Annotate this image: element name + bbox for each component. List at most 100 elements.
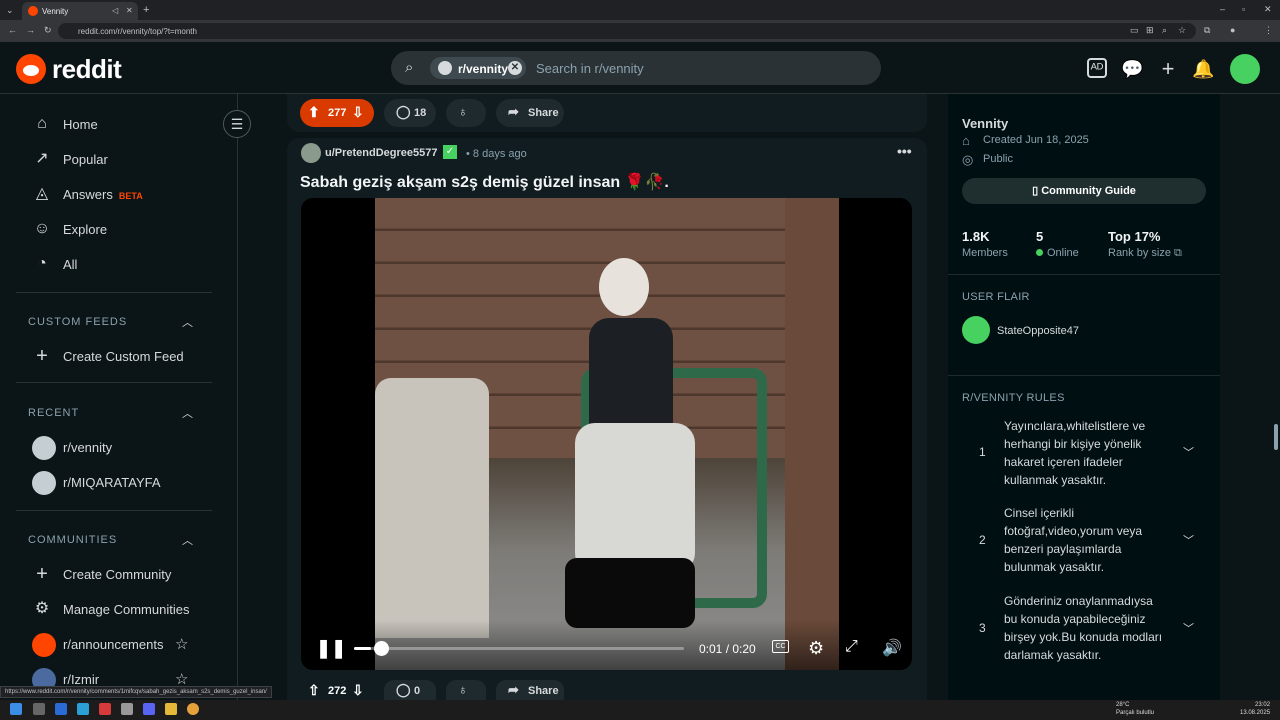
all-icon: ◔ bbox=[37, 255, 47, 272]
translate-icon[interactable]: ⊞ bbox=[1146, 25, 1154, 36]
chevron-down-icon[interactable]: ﹀ bbox=[1183, 532, 1194, 548]
sidebar-item-all[interactable]: ◔ All bbox=[28, 249, 218, 279]
rule-item[interactable]: Cinsel içerikli fotoğraf,video,yorum vey… bbox=[1004, 504, 1164, 576]
start-icon[interactable] bbox=[10, 703, 22, 715]
search-input[interactable]: Search in r/vennity bbox=[536, 61, 644, 76]
downvote-icon[interactable]: ⇩ bbox=[352, 682, 364, 699]
cast-icon[interactable]: ▭ bbox=[1130, 25, 1139, 36]
sidebar-item-popular[interactable]: ↗ Popular bbox=[28, 144, 218, 174]
maximize-icon[interactable]: ▫ bbox=[1242, 4, 1245, 14]
profile-icon[interactable]: ● bbox=[1230, 25, 1235, 35]
author-avatar[interactable] bbox=[301, 143, 321, 163]
task-view-icon[interactable] bbox=[33, 703, 45, 715]
reddit-logo-icon[interactable] bbox=[16, 54, 46, 84]
weather-widget[interactable]: 28°C Parçalı bulutlu bbox=[1116, 701, 1154, 717]
recent-item-vennity[interactable]: r/vennity bbox=[28, 432, 218, 462]
video-seek-bar[interactable] bbox=[354, 647, 684, 650]
notifications-bell-icon[interactable]: 🔔 bbox=[1192, 58, 1214, 80]
clear-scope-icon[interactable]: ✕ bbox=[508, 61, 522, 75]
chrome-icon[interactable] bbox=[187, 703, 199, 715]
forward-icon[interactable]: → bbox=[26, 25, 35, 35]
favorite-star-icon[interactable]: ☆ bbox=[175, 635, 188, 653]
tab-close-icon[interactable]: ✕ bbox=[126, 6, 133, 15]
flair-user-avatar[interactable] bbox=[962, 316, 990, 344]
file-explorer-icon[interactable] bbox=[165, 703, 177, 715]
bookmark-star-icon[interactable]: ☆ bbox=[1178, 25, 1186, 36]
extensions-icon[interactable]: ⧉ bbox=[1204, 25, 1210, 36]
tab-list-icon[interactable]: ⌄ bbox=[6, 5, 14, 16]
tab-audio-icon[interactable]: ◁ bbox=[112, 6, 118, 15]
create-post-icon[interactable]: + bbox=[1157, 58, 1179, 80]
advertise-icon[interactable]: ᴬᴰ bbox=[1087, 58, 1107, 78]
sidebar-item-answers[interactable]: ◬ Answers BETA bbox=[28, 179, 218, 209]
recent-heading[interactable]: RECENT bbox=[28, 407, 79, 419]
create-community-button[interactable]: + Create Community bbox=[28, 559, 218, 589]
volume-icon[interactable]: 🔊 bbox=[882, 638, 902, 658]
post-title[interactable]: Sabah geziş akşam s2ş demiş güzel insan … bbox=[300, 172, 669, 192]
browser-menu-icon[interactable]: ⋮ bbox=[1264, 25, 1273, 36]
share-button[interactable]: ➦ Share bbox=[496, 680, 564, 700]
manage-communities-button[interactable]: ⚙ Manage Communities bbox=[28, 594, 218, 624]
chevron-down-icon[interactable]: ﹀ bbox=[1183, 620, 1194, 636]
video-seek-handle[interactable] bbox=[374, 641, 389, 656]
comments-button[interactable]: ◯ 0 bbox=[384, 680, 436, 700]
app-icon[interactable] bbox=[121, 703, 133, 715]
create-custom-feed-button[interactable]: + Create Custom Feed bbox=[28, 341, 218, 371]
recent-item-miqaratayfa[interactable]: r/MIQARATAYFA bbox=[28, 467, 218, 497]
upvote-icon[interactable]: ⬆ bbox=[308, 104, 320, 121]
scrollbar-thumb[interactable] bbox=[1274, 424, 1278, 450]
upvote-icon[interactable]: ⇧ bbox=[308, 682, 320, 699]
url-field[interactable]: reddit.com/r/vennity/top/?t=month bbox=[58, 23, 1196, 39]
character-boots bbox=[565, 558, 695, 628]
community-avatar bbox=[32, 436, 56, 460]
rank-label[interactable]: Rank by size ⧉ bbox=[1108, 247, 1182, 260]
chevron-down-icon[interactable]: ﹀ bbox=[1183, 444, 1194, 460]
user-avatar[interactable] bbox=[1230, 54, 1260, 84]
character-legs bbox=[575, 423, 695, 573]
app-icon[interactable] bbox=[55, 703, 67, 715]
captions-icon[interactable]: CC bbox=[772, 640, 789, 653]
post-author[interactable]: u/PretendDegree5577 bbox=[325, 147, 438, 159]
share-button[interactable]: ➦ Share bbox=[496, 99, 564, 127]
discord-icon[interactable] bbox=[143, 703, 155, 715]
collapse-sidebar-button[interactable]: ☰ bbox=[223, 110, 251, 138]
back-icon[interactable]: ← bbox=[8, 25, 17, 35]
reload-icon[interactable]: ↻ bbox=[44, 25, 52, 36]
plus-icon: + bbox=[36, 345, 48, 367]
collapse-custom-feeds-icon[interactable]: ︿ bbox=[182, 314, 193, 330]
minimize-icon[interactable]: – bbox=[1220, 4, 1225, 14]
fullscreen-icon[interactable]: ⤢ bbox=[845, 638, 858, 656]
flair-username[interactable]: StateOpposite47 bbox=[997, 325, 1079, 337]
window-close-icon[interactable]: ✕ bbox=[1264, 4, 1272, 15]
communities-heading[interactable]: COMMUNITIES bbox=[28, 534, 117, 546]
collapse-recent-icon[interactable]: ︿ bbox=[182, 405, 193, 421]
zoom-icon[interactable]: ⌕ bbox=[1162, 25, 1167, 36]
browser-tab[interactable]: Vennity ◁ ✕ bbox=[22, 2, 138, 20]
rule-item[interactable]: Gönderiniz onaylanmadıysa bu konuda yapa… bbox=[1004, 592, 1164, 664]
collapse-communities-icon[interactable]: ︿ bbox=[182, 532, 193, 548]
app-icon[interactable] bbox=[99, 703, 111, 715]
taskbar-clock[interactable]: 23:02 13.08.2025 bbox=[1240, 701, 1270, 717]
reddit-wordmark[interactable]: reddit bbox=[52, 54, 122, 85]
chat-icon[interactable]: 💬 bbox=[1121, 58, 1143, 80]
pause-icon[interactable]: ❚❚ bbox=[316, 638, 346, 659]
page-scrollbar[interactable] bbox=[1272, 94, 1280, 700]
community-item-announcements[interactable]: r/announcements ☆ bbox=[28, 629, 218, 659]
edge-icon[interactable] bbox=[77, 703, 89, 715]
award-button[interactable]: ♁ bbox=[446, 99, 486, 127]
settings-gear-icon[interactable]: ⚙ bbox=[808, 638, 824, 659]
comment-icon: ◯ bbox=[396, 104, 411, 119]
custom-feeds-heading[interactable]: CUSTOM FEEDS bbox=[28, 316, 127, 328]
new-tab-icon[interactable]: + bbox=[143, 4, 149, 16]
search-scope-chip[interactable]: r/vennity ✕ bbox=[430, 57, 526, 79]
community-guide-button[interactable]: ▯ Community Guide bbox=[962, 178, 1206, 204]
downvote-icon[interactable]: ⇩ bbox=[352, 104, 364, 121]
sidebar-item-home[interactable]: ⌂ Home bbox=[28, 109, 218, 139]
sidebar-item-explore[interactable]: ☺ Explore bbox=[28, 214, 218, 244]
more-options-icon[interactable]: ••• bbox=[897, 143, 912, 159]
comments-button[interactable]: ◯ 18 bbox=[384, 99, 436, 127]
award-button[interactable]: ♁ bbox=[446, 680, 486, 700]
share-label: Share bbox=[528, 685, 559, 697]
video-player[interactable] bbox=[301, 198, 912, 670]
rule-item[interactable]: Yayıncılara,whitelistlere ve herhangi bi… bbox=[1004, 417, 1164, 489]
